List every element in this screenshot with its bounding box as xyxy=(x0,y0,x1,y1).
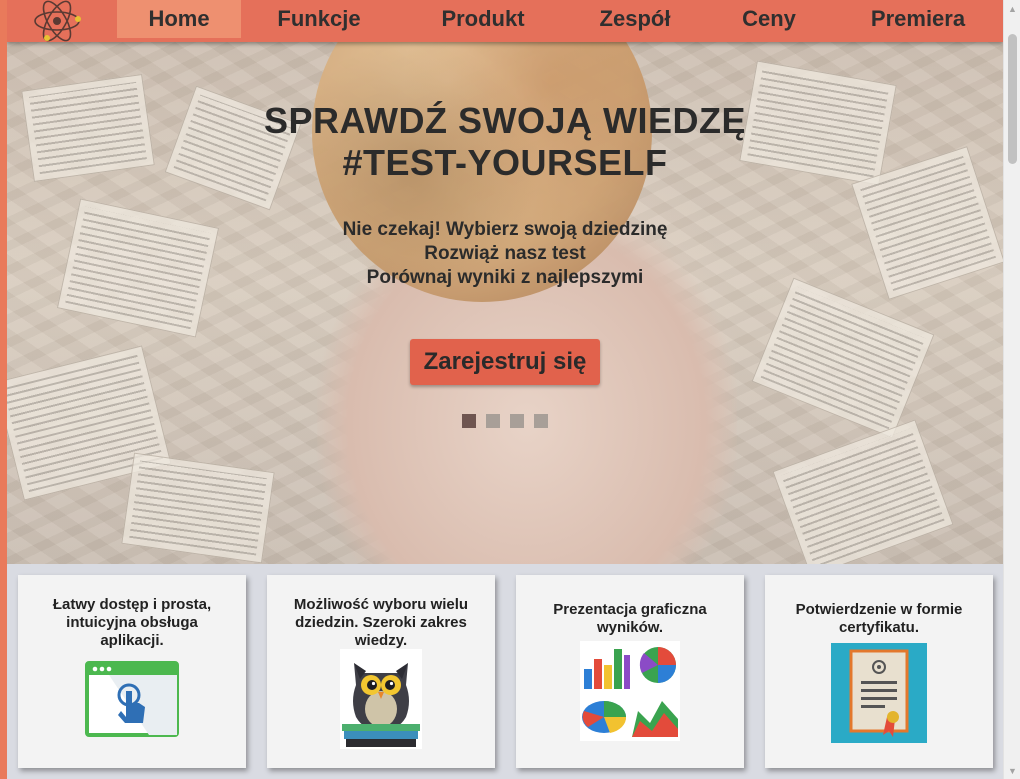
hero-title: SPRAWDŹ SWOJĄ WIEDZĘ #TEST-YOURSELF xyxy=(7,100,1003,184)
feature-text: Możliwość wyboru wielu dziedzin. Szeroki… xyxy=(293,596,469,649)
page-viewport: Home Funkcje Produkt Zespół Ceny Premier… xyxy=(7,0,1003,779)
nav-zespol[interactable]: Zespół xyxy=(583,0,687,38)
scroll-down-arrow-icon[interactable]: ▼ xyxy=(1004,762,1020,779)
slider-dot-1[interactable] xyxy=(462,414,476,428)
hero-title-line2: #TEST-YOURSELF xyxy=(342,142,668,183)
hero-description: Nie czekaj! Wybierz swoją dziedzinę Rozw… xyxy=(7,218,1003,290)
hero-text-line1: Nie czekaj! Wybierz swoją dziedzinę xyxy=(342,219,668,240)
nav-premiera[interactable]: Premiera xyxy=(857,0,979,38)
atom-logo-icon[interactable] xyxy=(31,0,83,44)
register-button[interactable]: Zarejestruj się xyxy=(410,339,600,385)
feature-text: Potwierdzenie w formie certyfikatu. xyxy=(795,601,963,636)
navbar: Home Funkcje Produkt Zespół Ceny Premier… xyxy=(7,0,1003,42)
nav-ceny[interactable]: Ceny xyxy=(729,0,809,38)
background-newspaper xyxy=(121,452,275,564)
nav-funkcje[interactable]: Funkcje xyxy=(265,0,373,38)
scroll-up-arrow-icon[interactable]: ▲ xyxy=(1004,0,1020,17)
slider-dot-2[interactable] xyxy=(486,414,500,428)
certificate-icon xyxy=(831,643,927,743)
hero-text-line2: Rozwiąż nasz test xyxy=(424,243,586,264)
feature-card-charts: Prezentacja graficzna wyników. xyxy=(516,575,744,768)
browser-click-icon xyxy=(85,661,179,737)
feature-text: Prezentacja graficzna wyników. xyxy=(553,601,707,636)
owl-books-icon xyxy=(340,649,422,749)
nav-produkt[interactable]: Produkt xyxy=(427,0,539,38)
slider-dot-4[interactable] xyxy=(534,414,548,428)
nav-home[interactable]: Home xyxy=(117,0,241,38)
feature-card-domains: Możliwość wyboru wielu dziedzin. Szeroki… xyxy=(267,575,495,768)
slider-dot-3[interactable] xyxy=(510,414,524,428)
slider-indicators xyxy=(462,414,548,428)
scrollbar-thumb[interactable] xyxy=(1008,34,1017,164)
background-newspaper xyxy=(751,277,935,439)
background-newspaper xyxy=(772,419,954,564)
hero-slider: SPRAWDŹ SWOJĄ WIEDZĘ #TEST-YOURSELF Nie … xyxy=(7,42,1003,564)
feature-text: Łatwy dostęp i prosta, intuicyjna obsług… xyxy=(52,596,212,649)
hero-title-line1: SPRAWDŹ SWOJĄ WIEDZĘ xyxy=(263,100,746,141)
feature-card-access: Łatwy dostęp i prosta, intuicyjna obsług… xyxy=(18,575,246,768)
hero-text-line3: Porównaj wyniki z najlepszymi xyxy=(366,267,644,288)
charts-icon xyxy=(580,641,680,741)
feature-card-certificate: Potwierdzenie w formie certyfikatu. xyxy=(765,575,993,768)
vertical-scrollbar[interactable]: ▲ ▼ xyxy=(1003,0,1020,779)
